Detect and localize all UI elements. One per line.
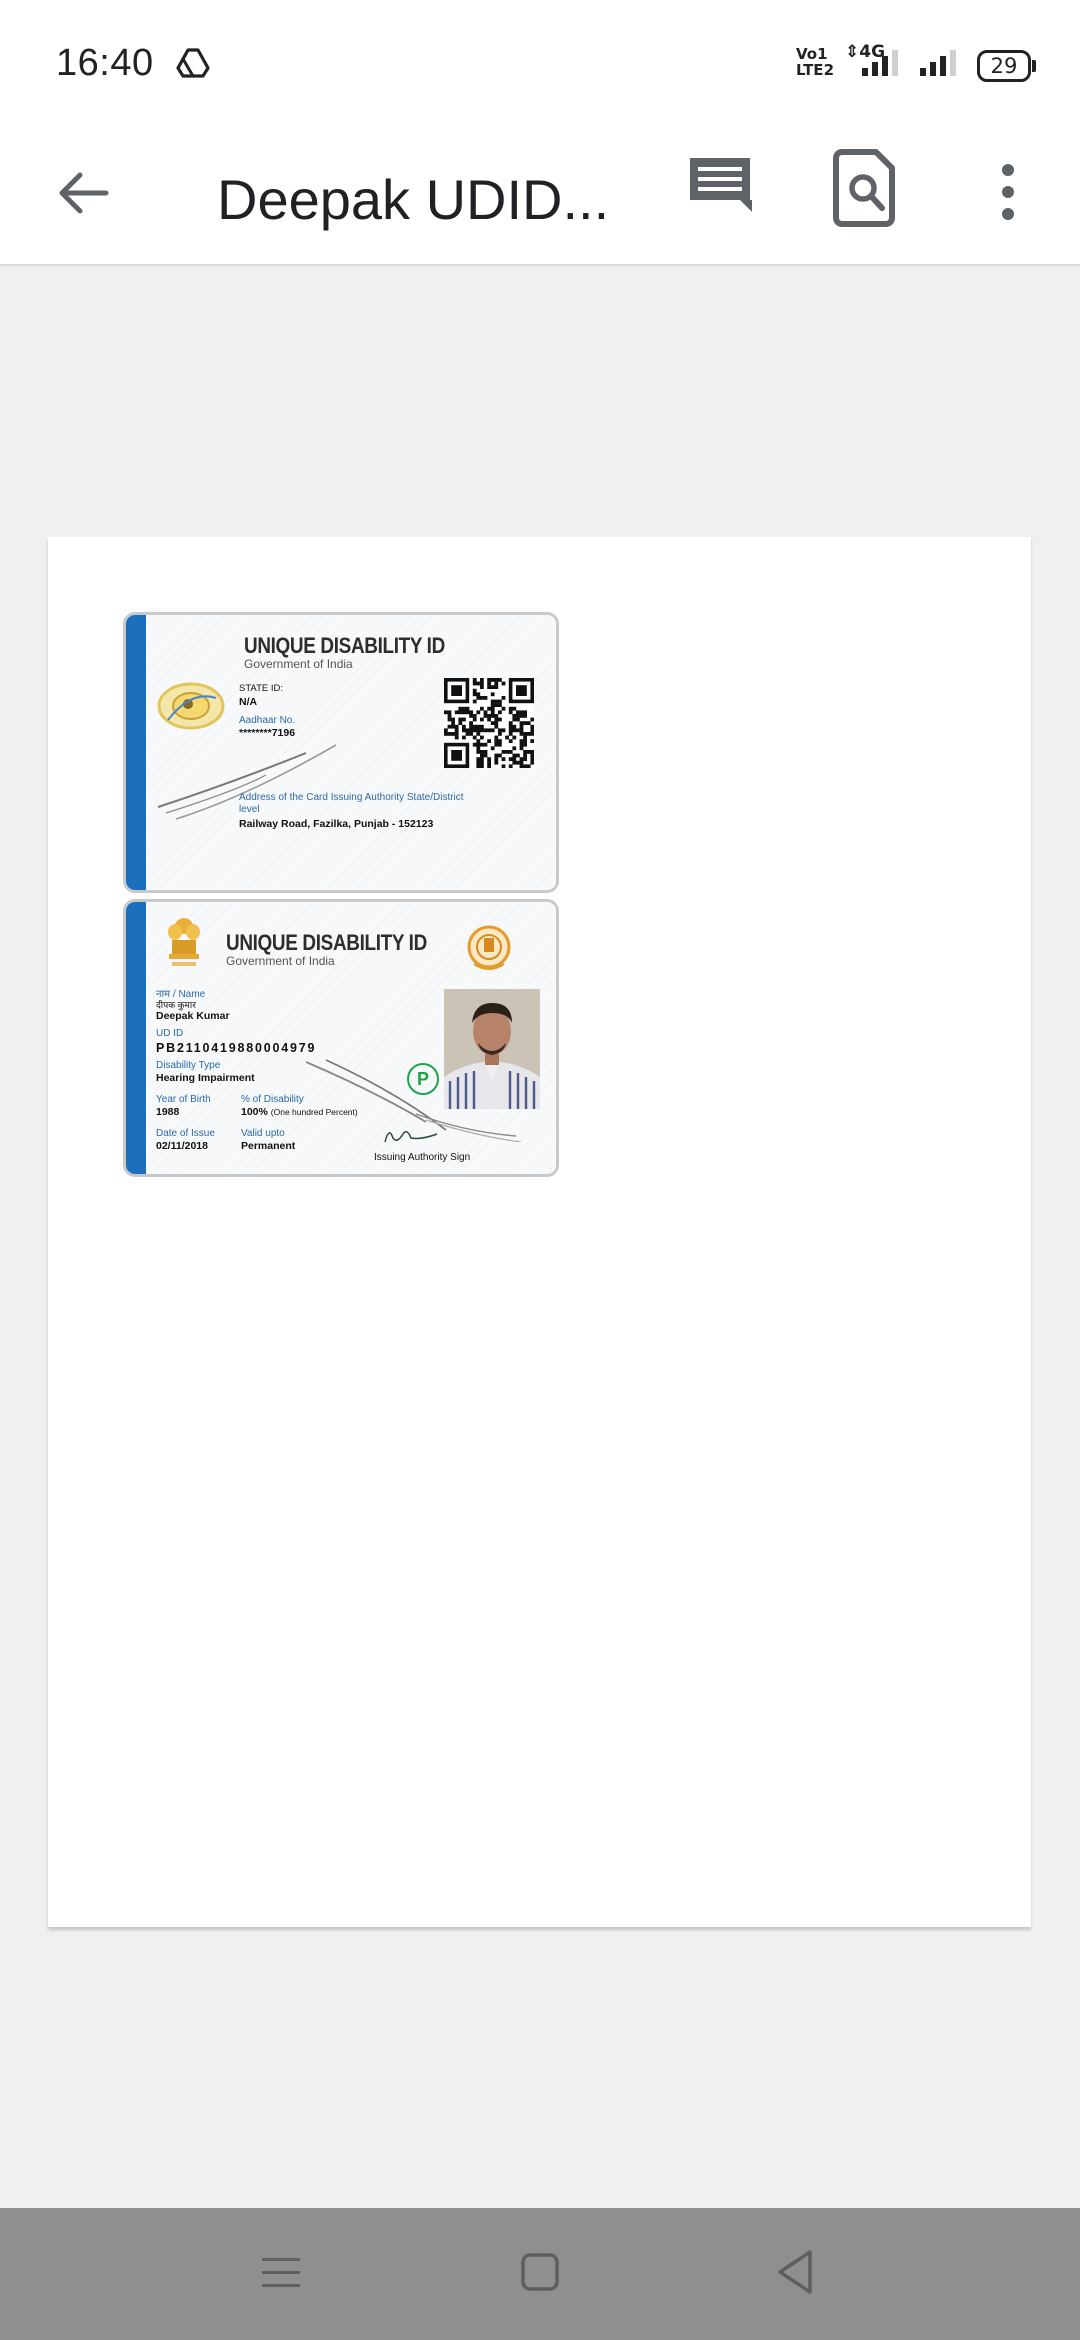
more-vert-icon[interactable] bbox=[990, 154, 1026, 230]
name-value: Deepak Kumar bbox=[156, 1010, 230, 1022]
back-arrow-icon[interactable] bbox=[50, 158, 120, 228]
year-of-birth-value: 1988 bbox=[156, 1106, 180, 1118]
address-value: Railway Road, Fazilka, Punjab - 152123 bbox=[239, 818, 434, 830]
volte-icon: Vo1 LTE2 bbox=[796, 46, 834, 78]
udid-label: UD ID bbox=[156, 1028, 184, 1039]
authority-sign-label: Issuing Authority Sign bbox=[374, 1152, 471, 1163]
card-title: UNIQUE DISABILITY ID bbox=[244, 633, 445, 658]
valid-upto-label: Valid upto bbox=[241, 1128, 285, 1139]
percent-disability-label: % of Disability bbox=[241, 1094, 304, 1105]
year-of-birth-label: Year of Birth bbox=[156, 1094, 211, 1105]
home-icon[interactable] bbox=[520, 2252, 560, 2292]
state-id-value: N/A bbox=[239, 696, 258, 708]
card-subtitle: Government of India bbox=[226, 954, 335, 968]
app-bar: Deepak UDID... bbox=[0, 130, 1080, 266]
udid-card-back: UNIQUE DISABILITY ID Government of India… bbox=[123, 899, 559, 1177]
card-blue-band bbox=[126, 615, 146, 890]
comment-icon[interactable] bbox=[680, 148, 760, 228]
lte-label: LTE bbox=[796, 61, 824, 79]
udid-logo-icon bbox=[157, 682, 225, 730]
status-time: 16:40 bbox=[56, 42, 154, 84]
recent-apps-icon[interactable] bbox=[260, 2254, 302, 2292]
authority-signature bbox=[384, 1131, 438, 1143]
state-id-label: STATE ID: bbox=[239, 683, 283, 694]
udid-value: PB2110419880004979 bbox=[156, 1041, 317, 1055]
udid-card-front: UNIQUE DISABILITY ID Government of India… bbox=[123, 612, 559, 893]
card-subtitle: Government of India bbox=[244, 657, 353, 671]
signal-icon bbox=[920, 50, 956, 76]
document-page[interactable]: UNIQUE DISABILITY ID Government of India… bbox=[48, 537, 1031, 1927]
battery-icon: 29 bbox=[977, 50, 1036, 82]
document-title: Deepak UDID... bbox=[217, 168, 610, 231]
navigation-bar bbox=[0, 2208, 1080, 2340]
disability-type-value: Hearing Impairment bbox=[156, 1072, 255, 1084]
signal-icon bbox=[862, 50, 898, 76]
status-bar: 16:40 Vo1 LTE2 ⇕4G 29 bbox=[0, 0, 1080, 130]
valid-upto-value: Permanent bbox=[241, 1140, 296, 1152]
card-title: UNIQUE DISABILITY ID bbox=[226, 930, 427, 955]
national-emblem-icon bbox=[168, 918, 200, 966]
date-of-issue-label: Date of Issue bbox=[156, 1128, 215, 1139]
disability-type-label: Disability Type bbox=[156, 1060, 221, 1071]
percent-value: 100% bbox=[241, 1106, 268, 1118]
sim2-label: 2 bbox=[823, 61, 834, 79]
status-icons: Vo1 LTE2 ⇕4G 29 bbox=[700, 40, 1080, 90]
card-blue-band bbox=[126, 902, 146, 1174]
address-label-cont: level bbox=[239, 804, 260, 815]
aadhaar-label: Aadhaar No. bbox=[239, 715, 296, 726]
back-icon[interactable] bbox=[774, 2248, 816, 2296]
drive-icon bbox=[176, 48, 210, 78]
qr-code bbox=[444, 678, 534, 768]
person-photo-icon bbox=[444, 989, 540, 1109]
holder-photo bbox=[444, 989, 540, 1109]
state-seal-icon bbox=[467, 925, 511, 970]
address-label: Address of the Card Issuing Authority St… bbox=[239, 792, 464, 803]
find-in-page-icon[interactable] bbox=[826, 146, 906, 230]
signature-scribble bbox=[157, 744, 337, 820]
date-of-issue-value: 02/11/2018 bbox=[156, 1140, 208, 1152]
